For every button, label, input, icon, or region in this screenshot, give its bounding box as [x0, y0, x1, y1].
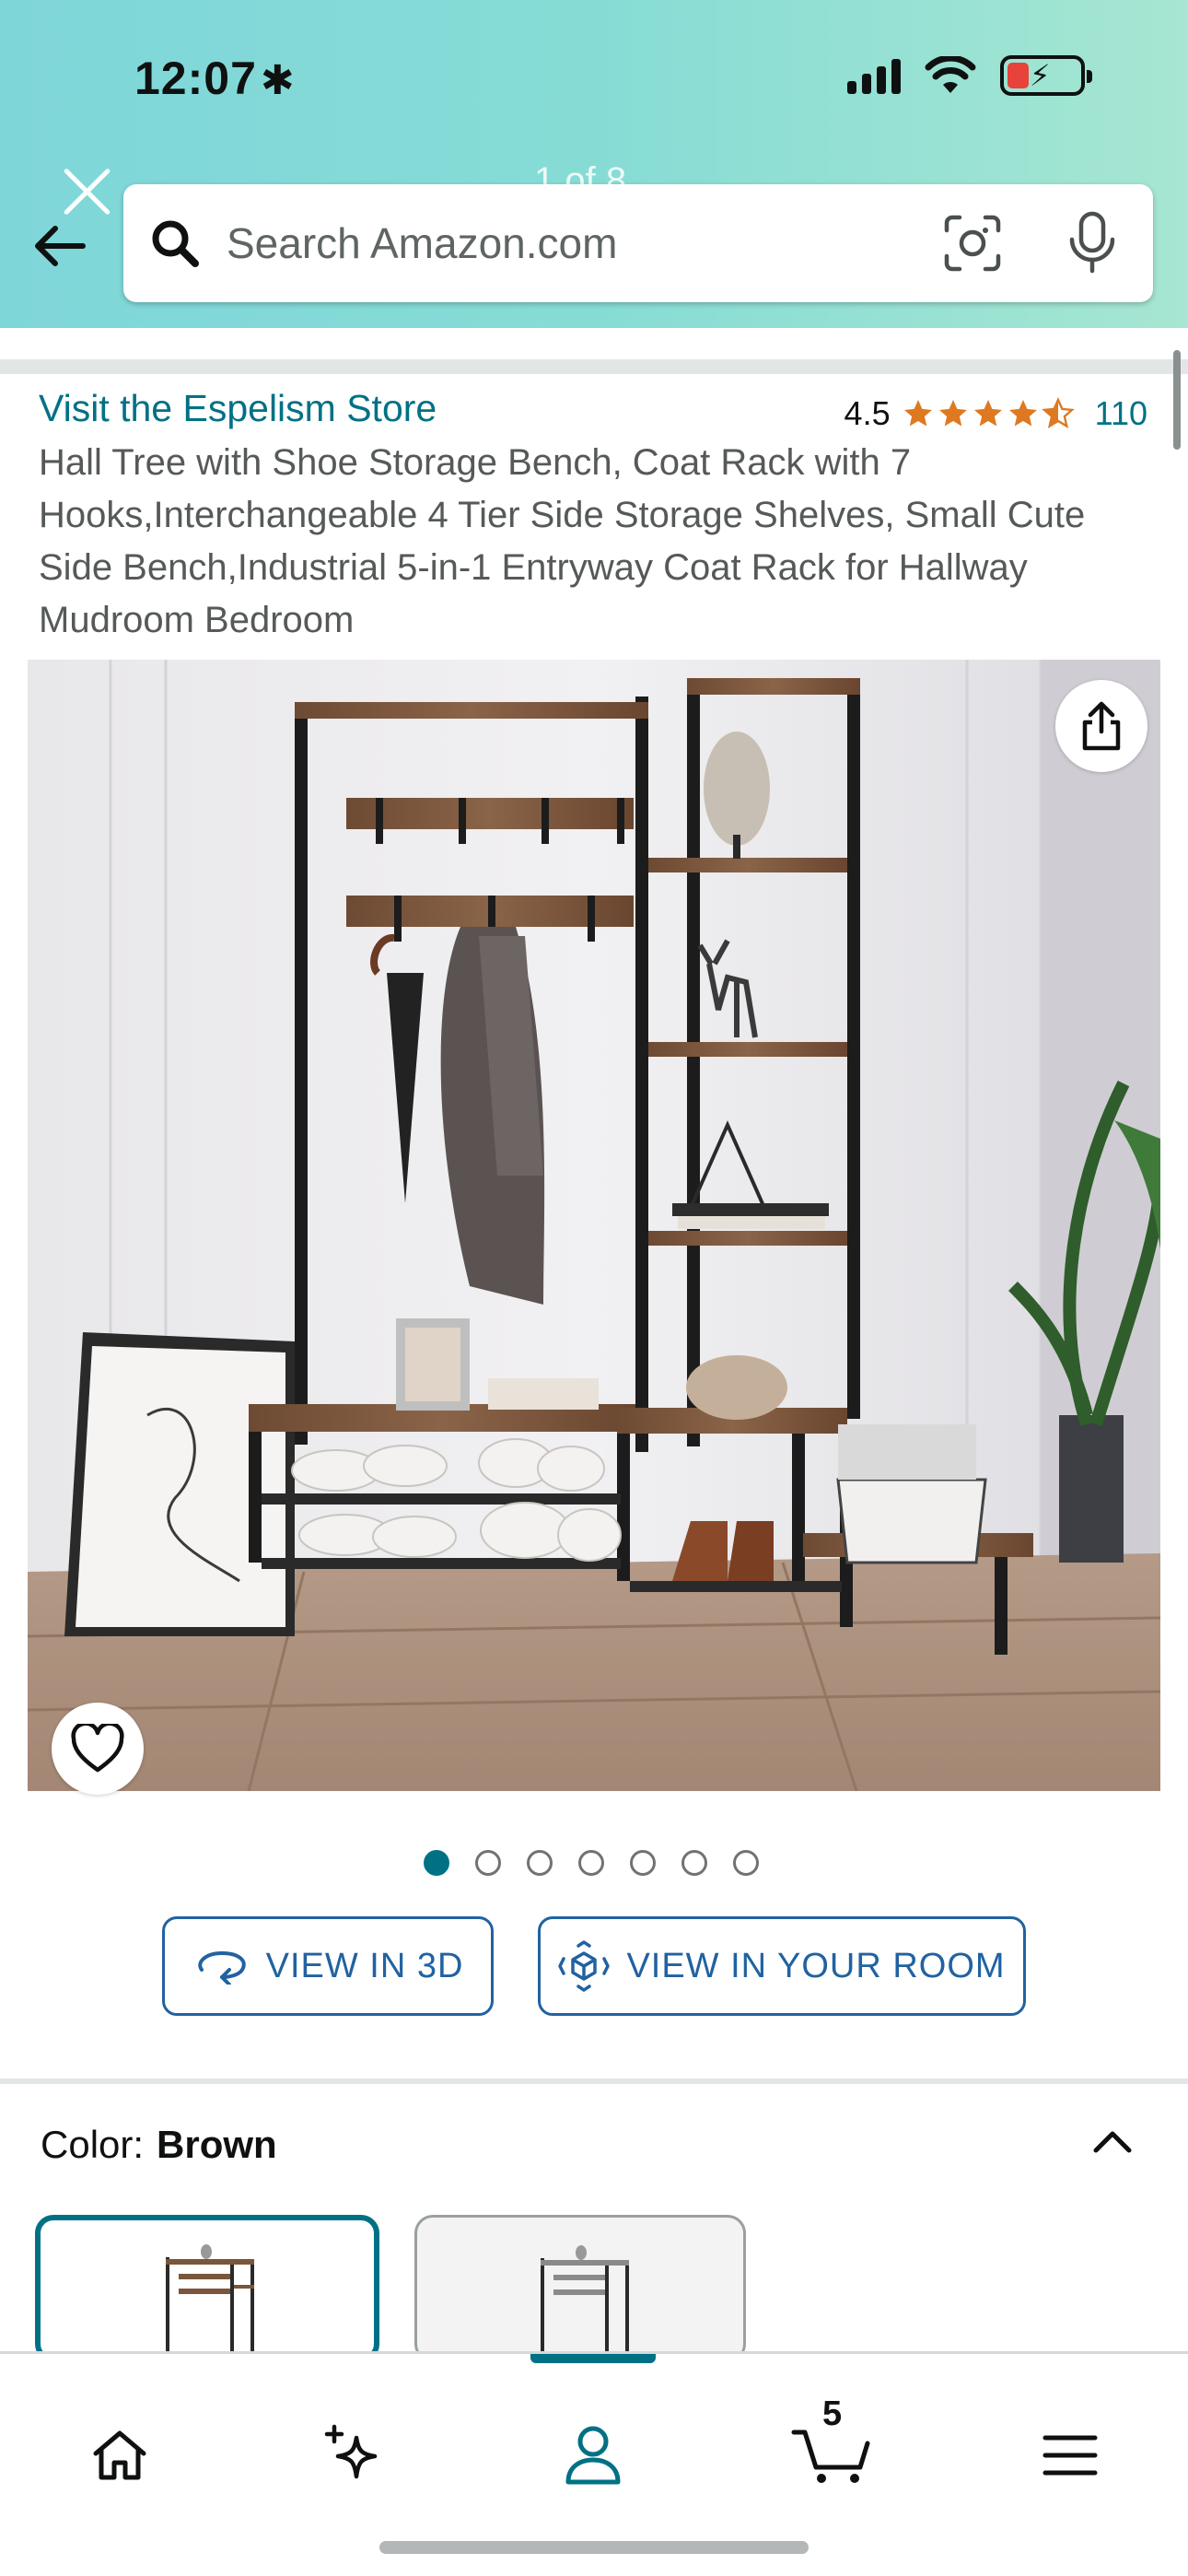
close-icon[interactable] [59, 164, 114, 219]
search-input[interactable] [227, 212, 926, 275]
search-icon [152, 220, 199, 267]
section-divider [0, 359, 1188, 374]
home-indicator [379, 2541, 809, 2554]
view-in-your-room-button[interactable]: VIEW IN YOUR ROOM [538, 1916, 1026, 2016]
product-title: Hall Tree with Shoe Storage Bench, Coat … [39, 442, 1086, 640]
pagination-dot[interactable] [733, 1850, 759, 1876]
nav-home[interactable] [83, 2418, 157, 2492]
color-selector-header: Color: Brown [41, 2123, 277, 2167]
back-arrow-icon[interactable] [31, 217, 88, 275]
image-pagination[interactable] [424, 1850, 759, 1876]
view-in-3d-label: VIEW IN 3D [265, 1946, 464, 1985]
share-icon [1082, 701, 1121, 751]
section-divider [0, 2078, 1188, 2084]
ai-sparkle-icon [324, 2424, 378, 2479]
top-header: 12:07✱ ⚡ 1 of 8 [0, 0, 1188, 328]
cart-icon [791, 2430, 870, 2483]
product-image[interactable] [28, 660, 1160, 1791]
status-time: 12:07✱ [134, 52, 296, 105]
chevron-up-icon[interactable] [1087, 2115, 1138, 2167]
rotate-3d-icon [197, 1950, 246, 1985]
microphone-icon[interactable] [1065, 210, 1120, 276]
nav-menu[interactable] [1033, 2418, 1107, 2492]
nav-cart[interactable] [790, 2418, 875, 2492]
color-swatch-brown[interactable] [35, 2215, 379, 2362]
home-icon [93, 2430, 146, 2480]
pagination-dot[interactable] [681, 1850, 707, 1876]
view-in-3d-button[interactable]: VIEW IN 3D [162, 1916, 494, 2016]
account-icon [565, 2426, 621, 2485]
pagination-dot[interactable] [578, 1850, 604, 1876]
rating-summary[interactable]: 4.5 110 [844, 394, 1147, 433]
battery-charging-icon: ⚡ [1000, 55, 1092, 96]
camera-lens-icon[interactable] [941, 212, 1004, 275]
color-value: Brown [157, 2123, 277, 2166]
swatch-thumbnail [541, 2245, 629, 2359]
wifi-icon [925, 56, 976, 93]
share-button[interactable] [1055, 680, 1147, 772]
star-full-icon [973, 400, 1002, 427]
star-full-icon [903, 400, 932, 427]
color-label: Color: [41, 2123, 145, 2166]
search-bar[interactable] [123, 184, 1153, 302]
signal-icon [847, 57, 901, 94]
image-page-counter: 1 of 8 [534, 160, 627, 184]
star-half-icon [1041, 397, 1075, 428]
store-link[interactable]: Visit the Espelism Store [39, 387, 437, 430]
color-swatch-alternate[interactable] [414, 2215, 746, 2362]
status-time-text: 12:07 [134, 53, 257, 104]
scrollbar[interactable] [1173, 350, 1181, 450]
star-full-icon [1008, 400, 1037, 427]
pagination-dot[interactable] [527, 1850, 553, 1876]
view-in-your-room-label: VIEW IN YOUR ROOM [626, 1946, 1006, 1985]
favorite-button[interactable] [52, 1703, 144, 1795]
heart-icon [71, 1724, 124, 1773]
pagination-dot[interactable] [424, 1850, 449, 1876]
active-tab-indicator [530, 2354, 656, 2363]
bug-icon: ✱ [260, 58, 296, 103]
rating-stars [902, 397, 1075, 430]
nav-account[interactable] [556, 2418, 630, 2492]
rating-value: 4.5 [844, 394, 891, 432]
pagination-dot[interactable] [475, 1850, 501, 1876]
swatch-thumbnail [166, 2244, 254, 2357]
status-icons: ⚡ [847, 55, 1092, 96]
ar-cube-icon [558, 1940, 611, 1992]
nav-rufus[interactable] [317, 2418, 390, 2492]
star-full-icon [938, 400, 967, 427]
menu-icon [1042, 2435, 1098, 2476]
pagination-dot[interactable] [630, 1850, 656, 1876]
rating-count[interactable]: 110 [1095, 394, 1147, 433]
